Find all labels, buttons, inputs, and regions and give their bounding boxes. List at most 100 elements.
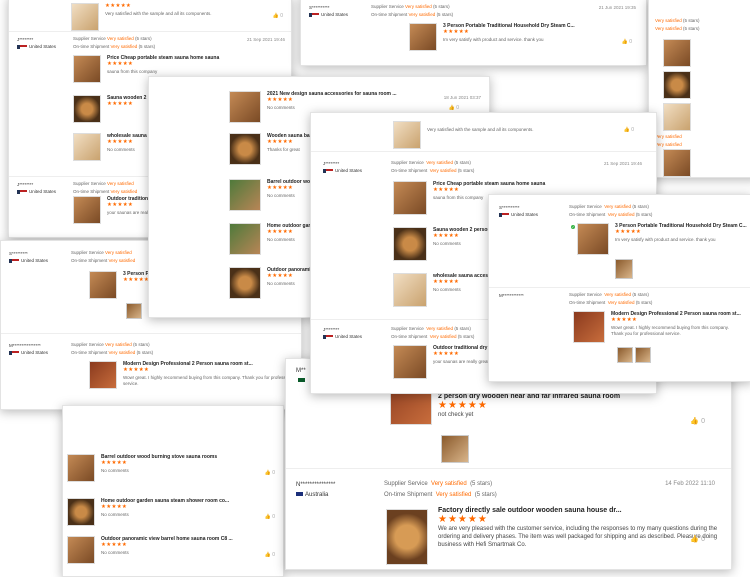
reviewer-country: United States	[29, 43, 57, 49]
product-thumbnail[interactable]	[663, 149, 691, 177]
stars-count: (5 stars)	[683, 25, 700, 31]
pk-flag-icon	[296, 378, 305, 383]
product-thumbnail[interactable]	[663, 71, 691, 99]
stars-count: (5 stars)	[457, 333, 475, 339]
stars-count: (5 stars)	[635, 299, 653, 305]
product-thumbnail[interactable]	[67, 498, 95, 526]
product-thumbnail[interactable]	[89, 361, 117, 389]
satisfaction-text: Very satisfied	[408, 11, 436, 17]
shipment-label: On-time Shipment	[371, 11, 408, 17]
review-comment: Wow! great. I highly recommend buying fr…	[123, 374, 296, 386]
stars-count: (5 stars)	[436, 11, 454, 17]
shipment-label: On-time Shipment	[391, 333, 428, 339]
reviewer-name: M****************	[9, 343, 41, 348]
product-thumbnail[interactable]	[71, 3, 99, 31]
satisfaction-text: Very satisfied	[108, 349, 136, 355]
stars-count: (5 stars)	[433, 4, 450, 9]
satisfaction-text: Very satisfied	[435, 491, 472, 498]
satisfaction-text: Very satisfied	[604, 204, 632, 209]
us-flag-icon	[17, 44, 27, 49]
product-thumbnail[interactable]	[67, 536, 95, 564]
shipment-label: On-time Shipment	[384, 491, 433, 498]
product-thumbnail[interactable]	[573, 311, 605, 343]
reviewer-country: United States	[511, 211, 539, 217]
us-flag-icon	[323, 334, 333, 339]
product-thumbnail[interactable]	[73, 55, 101, 83]
product-title-link[interactable]: 2 person dry wooden near and far infrare…	[438, 393, 620, 400]
review-photo[interactable]	[615, 259, 633, 279]
product-thumbnail[interactable]	[67, 454, 95, 482]
satisfaction-text: Very satisfied	[107, 36, 134, 41]
product-thumbnail[interactable]	[409, 23, 437, 51]
supplier-service-label: Supplier Service	[71, 342, 104, 347]
like-icon[interactable]: 👍 0	[690, 535, 705, 543]
rating-stars: ★★★★★	[107, 61, 134, 67]
satisfaction-text: Very satisfied	[655, 141, 682, 147]
supplier-service-label: Supplier Service	[71, 250, 104, 255]
us-flag-icon	[9, 258, 19, 263]
product-thumbnail[interactable]	[229, 91, 261, 123]
reviewer-country: Australia	[305, 491, 329, 498]
stars-count: (5 stars)	[136, 349, 154, 355]
review-comment: Im very satisfy with product and service…	[443, 36, 544, 42]
like-icon[interactable]: 👍 0	[690, 417, 705, 425]
review-photo[interactable]	[441, 435, 469, 463]
shipment-label: On-time Shipment	[569, 211, 606, 217]
like-icon[interactable]: 👍 0	[265, 470, 275, 476]
product-thumbnail[interactable]	[229, 179, 261, 211]
product-thumbnail[interactable]	[73, 95, 101, 123]
no-comments-text: No comments	[433, 240, 461, 246]
product-thumbnail[interactable]	[229, 223, 261, 255]
satisfaction-text: Very satisfied	[426, 160, 454, 165]
satisfaction-text: Very satisfied	[110, 43, 138, 49]
us-flag-icon	[323, 168, 333, 173]
product-thumbnail[interactable]	[393, 121, 421, 149]
product-title-link[interactable]: Factory directly sale outdoor wooden sau…	[438, 507, 718, 514]
reviewer-country: United States	[335, 167, 363, 173]
review-comment: Wow! great. I highly recommend buying fr…	[611, 324, 729, 336]
reviewer-name: M************	[499, 293, 524, 298]
product-thumbnail[interactable]	[229, 267, 261, 299]
reviewer-country: United States	[29, 188, 57, 194]
like-icon[interactable]: 👍 0	[265, 552, 275, 558]
product-thumbnail[interactable]	[393, 273, 427, 307]
product-thumbnail[interactable]	[663, 39, 691, 67]
satisfaction-text: Very satisfied	[105, 342, 132, 347]
satisfaction-text: Very satisfied	[429, 333, 457, 339]
review-photo[interactable]	[126, 303, 142, 319]
like-icon[interactable]: 👍 0	[624, 127, 634, 133]
product-thumbnail[interactable]	[393, 227, 427, 261]
review-card-i: S********** United States Supplier Servi…	[488, 194, 750, 382]
reviewer-name: N***************	[296, 482, 336, 488]
product-thumbnail[interactable]	[386, 509, 428, 565]
rating-stars: ★★★★★	[101, 542, 128, 548]
product-thumbnail[interactable]	[229, 133, 261, 165]
product-thumbnail[interactable]	[577, 223, 609, 255]
product-thumbnail[interactable]	[393, 181, 427, 215]
product-thumbnail[interactable]	[393, 345, 427, 379]
supplier-service-label: Supplier Service	[391, 160, 424, 165]
like-icon[interactable]: 👍 0	[622, 39, 632, 45]
review-photo[interactable]	[617, 347, 633, 363]
product-thumbnail[interactable]	[663, 103, 691, 131]
review-comment: not check yet	[438, 412, 474, 418]
like-icon[interactable]: 👍 0	[449, 105, 459, 111]
review-date: 21 Sep 2021 19:46	[603, 161, 642, 166]
supplier-service-label: Supplier Service	[391, 326, 424, 331]
stars-count: (5 stars)	[470, 481, 493, 487]
review-row: M************ Supplier Service Very sati…	[489, 287, 750, 381]
product-thumbnail[interactable]	[73, 196, 101, 224]
like-icon[interactable]: 👍 0	[265, 514, 275, 520]
review-row: ★★★★★ Very satisfied with the sample and…	[9, 0, 291, 32]
rating-stars: ★★★★★	[611, 317, 638, 323]
shipment-label: On-time Shipment	[569, 299, 606, 305]
like-icon[interactable]: 👍 0	[273, 13, 283, 19]
review-photo[interactable]	[635, 347, 651, 363]
stars-count: (5 stars)	[454, 326, 471, 331]
rating-stars: ★★★★★	[438, 400, 488, 411]
product-thumbnail[interactable]	[89, 271, 117, 299]
rating-stars: ★★★★★	[267, 185, 294, 191]
product-thumbnail[interactable]	[73, 133, 101, 161]
no-comments-text: No comments	[267, 104, 295, 110]
no-comments-text: No comments	[267, 280, 295, 286]
